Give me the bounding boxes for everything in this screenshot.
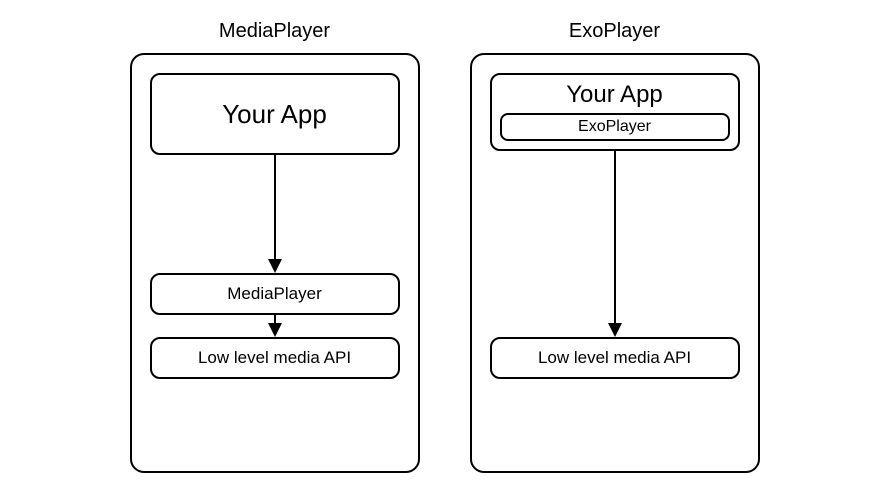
your-app-box-left: Your App (150, 73, 400, 155)
arrow-down-icon (265, 155, 285, 273)
arrow-down-icon (265, 315, 285, 337)
exoplayer-outer-box: Your App ExoPlayer Low level media API (470, 53, 760, 473)
exoplayer-column: ExoPlayer Your App ExoPlayer Low level m… (470, 20, 760, 473)
your-app-box-right: Your App ExoPlayer (490, 73, 740, 151)
mediaplayer-label: MediaPlayer (227, 284, 322, 304)
low-level-label-right: Low level media API (538, 348, 691, 368)
mediaplayer-outer-box: Your App MediaPlayer Low level media API (130, 53, 420, 473)
low-level-box-left: Low level media API (150, 337, 400, 379)
low-level-label-left: Low level media API (198, 348, 351, 368)
exoplayer-inner-label: ExoPlayer (578, 118, 651, 136)
diagram-container: MediaPlayer Your App MediaPlayer (0, 0, 889, 493)
mediaplayer-column: MediaPlayer Your App MediaPlayer (130, 20, 420, 473)
arrow-app-to-lowlevel-right (490, 151, 740, 337)
exoplayer-title: ExoPlayer (569, 20, 660, 43)
low-level-box-right: Low level media API (490, 337, 740, 379)
exoplayer-inner-box: ExoPlayer (500, 113, 730, 141)
mediaplayer-box: MediaPlayer (150, 273, 400, 315)
arrow-mediaplayer-to-lowlevel (150, 315, 400, 337)
your-app-label-left: Your App (222, 99, 327, 130)
arrow-app-to-mediaplayer (150, 155, 400, 273)
mediaplayer-title: MediaPlayer (219, 20, 330, 43)
your-app-label-right: Your App (566, 81, 663, 109)
arrow-down-icon (605, 151, 625, 337)
